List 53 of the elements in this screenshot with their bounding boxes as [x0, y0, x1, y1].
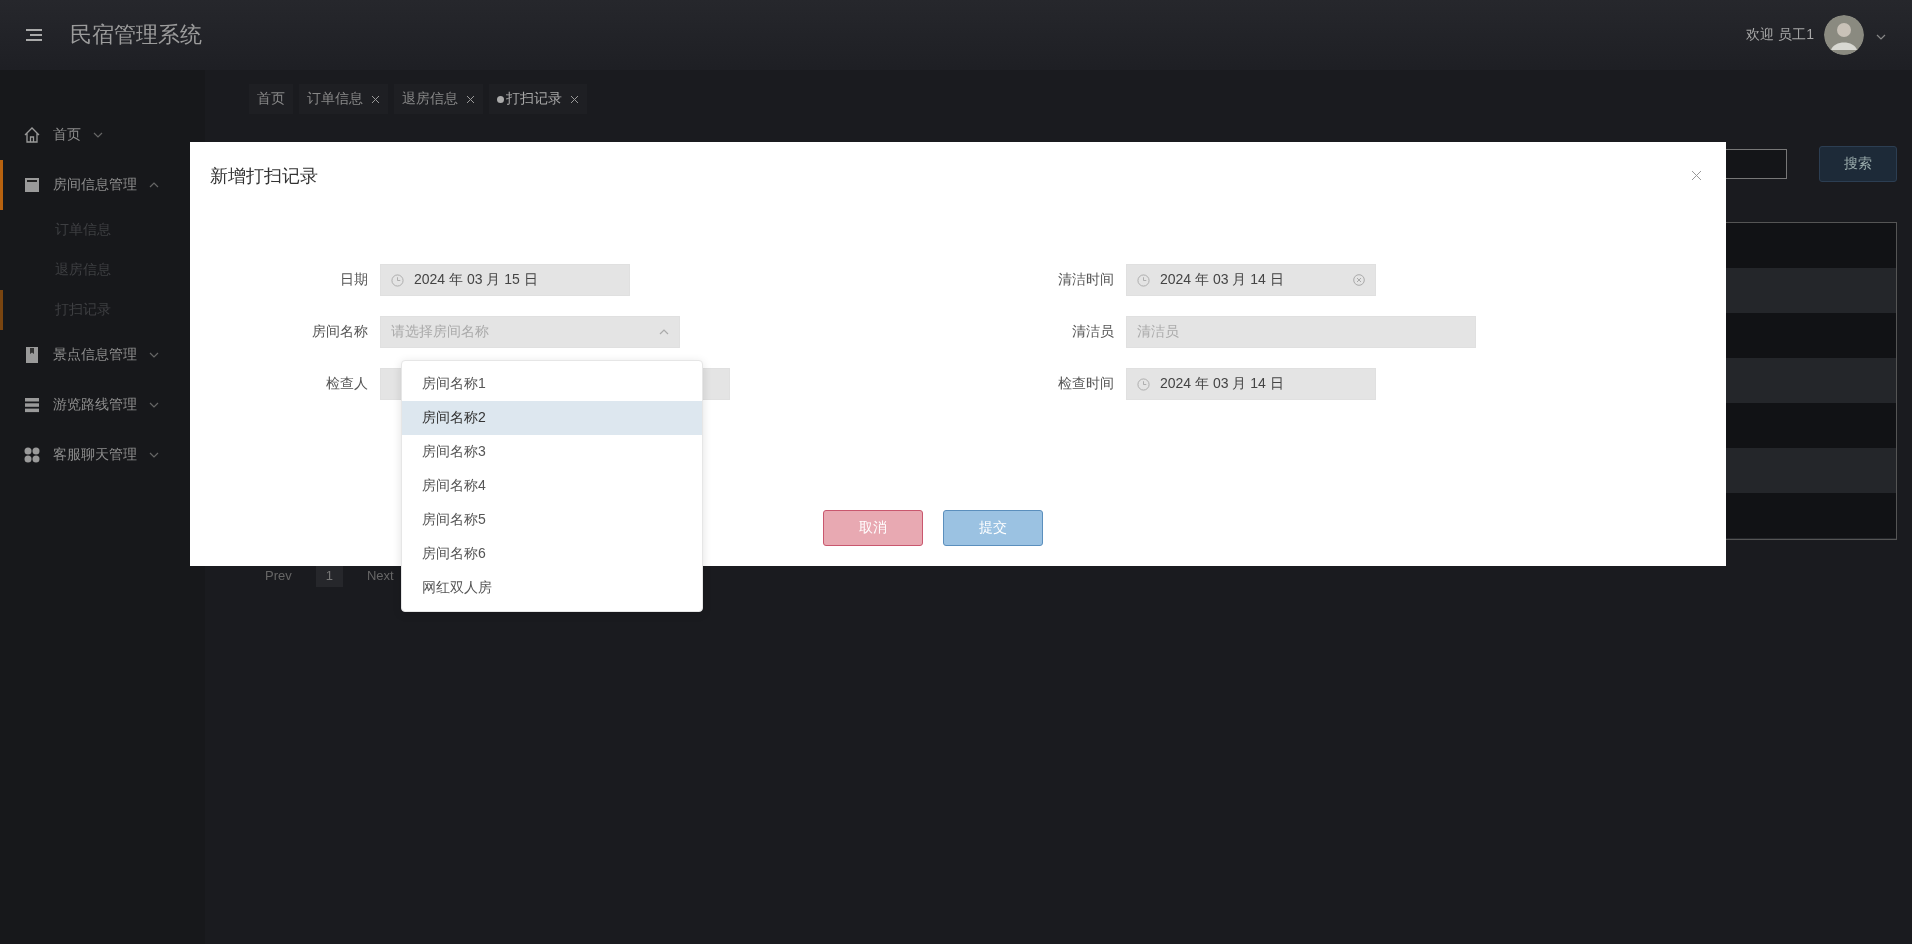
chevron-down-icon	[149, 402, 159, 408]
sidebar-item[interactable]: 首页	[0, 110, 205, 160]
bookmark-icon	[23, 346, 41, 364]
field-label: 房间名称	[311, 323, 368, 341]
close-icon[interactable]	[371, 94, 380, 104]
date-field[interactable]: 2024 年 03 月 15 日	[380, 264, 630, 296]
chevron-down-icon	[93, 132, 103, 138]
tab[interactable]: 首页	[249, 84, 293, 114]
chevron-down-icon	[149, 452, 159, 458]
dropdown-option[interactable]: 房间名称2	[402, 401, 702, 435]
field-label: 清洁时间	[1057, 271, 1114, 289]
search-button[interactable]: 搜索	[1819, 146, 1897, 182]
home-icon	[23, 126, 41, 144]
close-icon[interactable]	[570, 94, 579, 104]
page-button[interactable]: 1	[315, 564, 343, 587]
clock-icon	[1137, 377, 1150, 391]
avatar[interactable]	[1824, 15, 1864, 55]
sidebar-item[interactable]: 客服聊天管理	[0, 430, 205, 480]
field-label: 检查人	[325, 375, 368, 393]
dropdown-option[interactable]: 房间名称5	[402, 503, 702, 537]
close-icon[interactable]	[466, 94, 475, 104]
list-icon	[23, 396, 41, 414]
tab[interactable]: 打扫记录	[489, 84, 587, 114]
prev-link[interactable]: Prev	[265, 568, 292, 583]
chevron-down-icon	[1876, 34, 1886, 40]
chevron-up-icon	[659, 329, 669, 335]
status-dot-icon	[497, 95, 504, 103]
field-label: 清洁员	[1071, 323, 1114, 341]
dialog-title: 新增打扫记录	[210, 165, 318, 188]
chevron-up-icon	[149, 182, 159, 188]
app-title: 民宿管理系统	[70, 21, 202, 49]
store-icon	[23, 176, 41, 194]
date-field[interactable]: 2024 年 03 月 14 日	[1126, 368, 1376, 400]
date-field[interactable]: 2024 年 03 月 14 日	[1126, 264, 1376, 296]
menu-icon[interactable]	[26, 28, 42, 42]
sidebar-item[interactable]: 景点信息管理	[0, 330, 205, 380]
next-link[interactable]: Next	[366, 568, 394, 583]
dropdown-option[interactable]: 房间名称3	[402, 435, 702, 469]
close-icon[interactable]	[1691, 170, 1702, 181]
field-label: 日期	[339, 271, 368, 289]
tab[interactable]: 退房信息	[394, 84, 483, 114]
clock-icon	[391, 273, 404, 287]
dropdown-option[interactable]: 房间名称4	[402, 469, 702, 503]
dropdown-option[interactable]: 房间名称6	[402, 537, 702, 571]
dropdown-option[interactable]: 房间名称1	[402, 367, 702, 401]
sidebar-item[interactable]: 游览路线管理	[0, 380, 205, 430]
dropdown-option[interactable]: 网红双人房	[402, 571, 702, 605]
chevron-down-icon	[149, 352, 159, 358]
tab[interactable]: 订单信息	[299, 84, 388, 114]
grid-icon	[23, 446, 41, 464]
field-label: 检查时间	[1057, 375, 1114, 393]
clock-icon	[1137, 273, 1150, 287]
welcome-text: 欢迎 员工1	[1746, 26, 1814, 44]
